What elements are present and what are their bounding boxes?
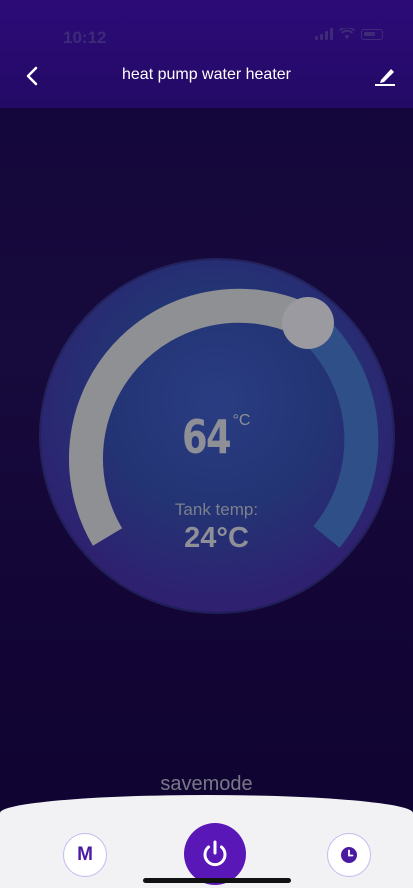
cellular-signal-icon — [315, 28, 333, 40]
dial-knob[interactable] — [282, 297, 334, 349]
clock-icon — [341, 847, 357, 863]
wifi-icon — [339, 28, 355, 39]
edit-button[interactable] — [371, 62, 399, 90]
timer-button[interactable] — [327, 833, 371, 877]
status-time: 10:12 — [63, 28, 107, 47]
mode-button-label: M — [77, 844, 93, 865]
tank-temp-value: 24°C — [184, 522, 249, 554]
tank-temp-label: Tank temp: — [174, 500, 259, 519]
set-temperature-value: 64 — [182, 410, 232, 464]
edit-pencil-icon — [375, 69, 395, 86]
battery-icon — [361, 28, 383, 40]
set-temperature: 64 °C — [0, 410, 413, 464]
device-screen: 10:12 heat pump water heater 64 °C Tank … — [0, 0, 413, 888]
power-icon — [203, 840, 227, 867]
set-temperature-unit: °C — [232, 412, 251, 429]
status-icons — [315, 28, 383, 40]
mode-button[interactable]: M — [63, 833, 107, 877]
page-title: heat pump water heater — [122, 66, 291, 83]
power-button[interactable] — [184, 823, 246, 885]
home-indicator[interactable] — [143, 878, 291, 883]
header-bar: 10:12 heat pump water heater — [0, 0, 413, 108]
current-mode-label: savemode — [160, 773, 253, 795]
